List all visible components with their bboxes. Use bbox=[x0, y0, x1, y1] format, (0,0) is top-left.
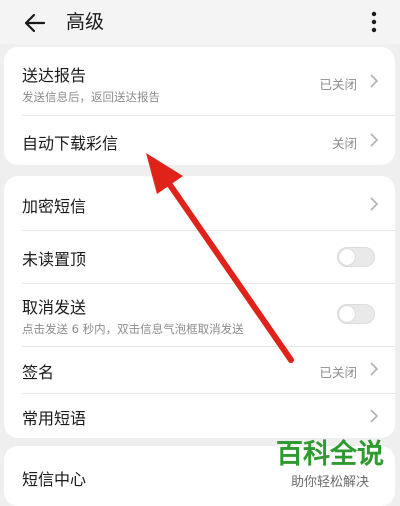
settings-group-delivery: 送达报告 发送信息后，返回送达报告 已关闭 自动下载彩信 关闭 bbox=[4, 47, 395, 165]
setting-encrypted-sms[interactable]: 加密短信 bbox=[4, 176, 395, 230]
setting-common-phrases[interactable]: 常用短语 bbox=[4, 394, 395, 438]
arrow-left-icon[interactable] bbox=[22, 10, 48, 36]
chevron-right-icon bbox=[370, 409, 379, 423]
setting-label: 短信中心 bbox=[22, 470, 87, 489]
chevron-right-icon bbox=[370, 362, 379, 376]
setting-unread-pin-top: 未读置顶 bbox=[4, 231, 395, 283]
setting-label: 常用短语 bbox=[22, 409, 87, 428]
setting-label: 取消发送 bbox=[22, 298, 87, 317]
app-header: 高级 bbox=[0, 0, 400, 44]
setting-label: 自动下载彩信 bbox=[22, 134, 119, 153]
page-title: 高级 bbox=[66, 11, 105, 33]
chevron-right-icon bbox=[370, 133, 379, 147]
setting-label: 未读置顶 bbox=[22, 250, 87, 269]
settings-group-messages: 加密短信 未读置顶 取消发送 点击发送 6 秒内，双击信息气泡框取消发送 签名 … bbox=[4, 176, 395, 438]
unread-pin-toggle[interactable] bbox=[337, 247, 375, 267]
setting-signature[interactable]: 签名 已关闭 bbox=[4, 347, 395, 393]
setting-label: 签名 bbox=[22, 363, 55, 382]
setting-auto-download-mms[interactable]: 自动下载彩信 关闭 bbox=[4, 116, 395, 165]
chevron-right-icon bbox=[370, 74, 379, 88]
cancel-send-toggle[interactable] bbox=[337, 304, 375, 324]
setting-label: 送达报告 bbox=[22, 66, 87, 85]
setting-description: 发送信息后，返回送达报告 bbox=[22, 90, 160, 104]
setting-description: 点击发送 6 秒内，双击信息气泡框取消发送 bbox=[22, 322, 244, 336]
setting-label: 加密短信 bbox=[22, 197, 87, 216]
more-vertical-icon[interactable] bbox=[364, 10, 384, 34]
setting-value: 已关闭 bbox=[319, 365, 357, 380]
chevron-right-icon bbox=[370, 197, 379, 211]
setting-value: 已关闭 bbox=[319, 77, 357, 92]
setting-cancel-send: 取消发送 点击发送 6 秒内，双击信息气泡框取消发送 bbox=[4, 284, 395, 346]
toggle-knob bbox=[339, 306, 355, 322]
setting-value: 关闭 bbox=[331, 136, 357, 151]
watermark-subtitle: 助你轻松解决 bbox=[290, 475, 369, 490]
setting-delivery-report[interactable]: 送达报告 发送信息后，返回送达报告 已关闭 bbox=[4, 47, 395, 115]
watermark-title: 百科全说 bbox=[276, 439, 384, 470]
toggle-knob bbox=[339, 249, 355, 265]
